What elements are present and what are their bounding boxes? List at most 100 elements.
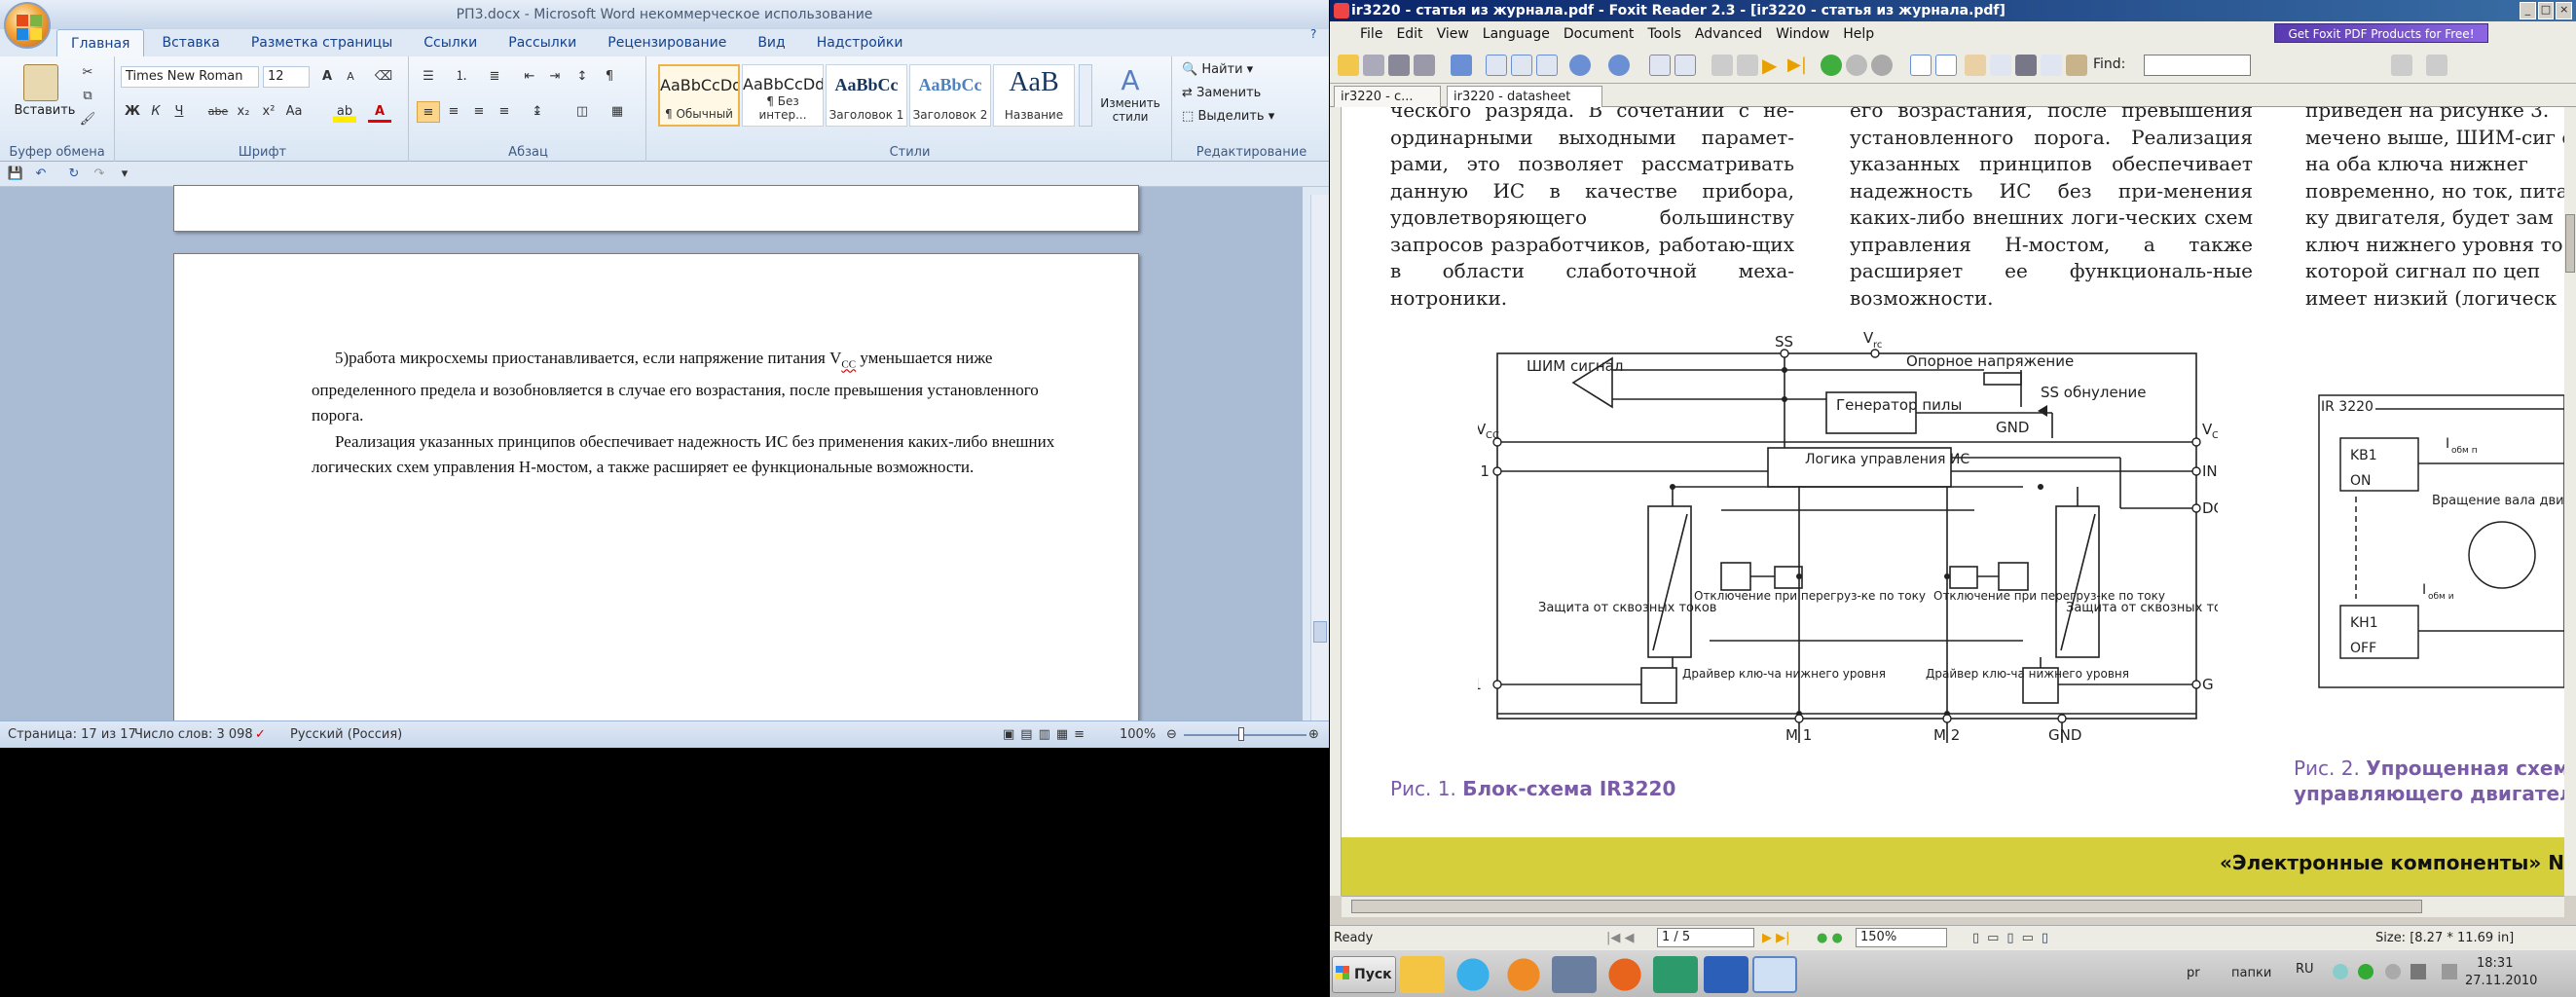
find-prev-icon[interactable] bbox=[2391, 55, 2412, 76]
tab-mailings[interactable]: Рассылки bbox=[495, 29, 590, 56]
document-text[interactable]: 5)работа микросхемы приостанавливается, … bbox=[312, 346, 1061, 481]
page-number-input[interactable]: 1 / 5 bbox=[1657, 928, 1754, 947]
tab-journal-article[interactable]: ir3220 - с... bbox=[1334, 86, 1441, 107]
font-color-button[interactable]: A bbox=[368, 101, 391, 123]
change-case-button[interactable]: Aa bbox=[282, 101, 306, 123]
tab-datasheet[interactable]: ir3220 - datasheet bbox=[1447, 86, 1602, 107]
open-icon[interactable] bbox=[1338, 55, 1359, 76]
foxit-task-icon[interactable] bbox=[1752, 956, 1797, 993]
paste-button[interactable]: Вставить bbox=[4, 103, 86, 118]
image-tool-icon[interactable] bbox=[2066, 55, 2087, 76]
tray-display-icon[interactable] bbox=[2410, 964, 2426, 979]
style-no-spacing[interactable]: AaBbCcDd ¶ Без интер... bbox=[742, 64, 824, 127]
zoom-out-icon[interactable] bbox=[1569, 55, 1591, 76]
increase-indent-icon[interactable]: ⇥ bbox=[543, 66, 567, 88]
tray-folders[interactable]: папки bbox=[2231, 966, 2271, 980]
align-center-icon[interactable]: ≡ bbox=[442, 101, 465, 123]
superscript-button[interactable]: x² bbox=[257, 101, 280, 123]
format-painter-icon[interactable]: 🖌 bbox=[76, 109, 99, 130]
menu-file[interactable]: File bbox=[1353, 26, 1389, 42]
zoom-level[interactable]: 100% bbox=[1120, 721, 1156, 748]
zoom-select[interactable]: 150% bbox=[1856, 928, 1947, 947]
style-heading-1[interactable]: AaBbCc Заголовок 1 bbox=[826, 64, 907, 127]
spellcheck-icon[interactable]: ✓ bbox=[255, 721, 266, 748]
grow-font-icon[interactable]: A bbox=[315, 66, 339, 88]
zoom-out-icon[interactable]: ⊖ bbox=[1166, 721, 1177, 748]
find-input[interactable] bbox=[2144, 55, 2251, 76]
tab-page-layout[interactable]: Разметка страницы bbox=[238, 29, 406, 56]
language-indicator[interactable]: Русский (Россия) bbox=[290, 721, 402, 748]
mail-agent-icon[interactable] bbox=[1501, 956, 1546, 993]
bold-button[interactable]: Ж bbox=[121, 101, 144, 123]
shading-icon[interactable]: ◫ bbox=[570, 101, 594, 123]
align-left-icon[interactable]: ≡ bbox=[417, 101, 440, 123]
sort-icon[interactable]: ↕ bbox=[570, 66, 594, 88]
pdf-horizontal-scrollbar[interactable] bbox=[1342, 896, 2564, 917]
redo-icon[interactable]: ↷ bbox=[88, 164, 111, 185]
fit-width-icon[interactable] bbox=[1486, 55, 1507, 76]
find-tool-icon[interactable] bbox=[2015, 55, 2037, 76]
multilevel-list-icon[interactable]: ≣ bbox=[483, 66, 506, 88]
style-heading-2[interactable]: AaBbCc Заголовок 2 bbox=[909, 64, 991, 127]
undo-icon[interactable]: ↶ bbox=[29, 164, 53, 185]
highlight-icon[interactable]: ab bbox=[333, 101, 356, 123]
rotate-left-icon[interactable] bbox=[1649, 55, 1671, 76]
save-icon[interactable] bbox=[1363, 55, 1384, 76]
menu-edit[interactable]: Edit bbox=[1389, 26, 1429, 42]
italic-button[interactable]: К bbox=[144, 101, 167, 123]
tray-misc-icon[interactable] bbox=[2442, 964, 2457, 979]
borders-icon[interactable]: ▦ bbox=[606, 101, 629, 123]
zoom-in-icon[interactable] bbox=[1608, 55, 1630, 76]
save-icon[interactable]: 💾 bbox=[4, 164, 27, 185]
zoom-slider-thumb[interactable] bbox=[1238, 727, 1244, 741]
status-next-page-icon[interactable]: ▶ ▶| bbox=[1762, 926, 1790, 949]
maximize-icon[interactable]: □ bbox=[2537, 2, 2555, 19]
select-button[interactable]: ⬚ Выделить ▾ bbox=[1182, 109, 1274, 124]
help-icon[interactable]: ? bbox=[1310, 27, 1326, 43]
word-vertical-scrollbar[interactable] bbox=[1310, 195, 1329, 720]
status-nav-icons[interactable]: ● ● bbox=[1817, 926, 1843, 949]
clear-format-icon[interactable]: ⌫ bbox=[372, 66, 395, 88]
snapshot-icon[interactable] bbox=[2041, 55, 2062, 76]
prev-page-icon[interactable] bbox=[1737, 55, 1758, 76]
menu-document[interactable]: Document bbox=[1557, 26, 1641, 42]
go-forward-icon[interactable] bbox=[1821, 55, 1842, 76]
style-normal[interactable]: AaBbCcDd ¶ Обычный bbox=[658, 64, 740, 127]
next-page-icon[interactable]: ▶ bbox=[1762, 55, 1784, 76]
zoom-in-icon[interactable]: ⊕ bbox=[1308, 721, 1319, 748]
tray-volume-icon[interactable] bbox=[2385, 964, 2401, 979]
underline-button[interactable]: Ч bbox=[167, 101, 191, 123]
bullets-icon[interactable]: ☰ bbox=[417, 66, 440, 88]
foxit-ad-banner[interactable]: Get Foxit PDF Products for Free! bbox=[2274, 23, 2488, 43]
menu-window[interactable]: Window bbox=[1769, 26, 1836, 42]
menu-advanced[interactable]: Advanced bbox=[1688, 26, 1769, 42]
align-right-icon[interactable]: ≡ bbox=[467, 101, 491, 123]
monitor-icon[interactable] bbox=[1552, 956, 1597, 993]
actual-size-icon[interactable] bbox=[1536, 55, 1558, 76]
subscript-button[interactable]: x₂ bbox=[232, 101, 255, 123]
minimize-icon[interactable]: _ bbox=[2520, 2, 2536, 19]
folder-icon[interactable] bbox=[1400, 956, 1445, 993]
numbering-icon[interactable]: ⒈ bbox=[450, 66, 473, 88]
tray-language[interactable]: RU bbox=[2296, 962, 2314, 977]
find-button[interactable]: 🔍 Найти ▾ bbox=[1182, 62, 1253, 77]
line-spacing-icon[interactable]: ↨ bbox=[526, 101, 549, 123]
strikethrough-button[interactable]: abe bbox=[206, 101, 230, 123]
repeat-icon[interactable]: ↻ bbox=[62, 164, 86, 185]
last-page-icon[interactable]: ▶| bbox=[1787, 55, 1809, 76]
office-button[interactable] bbox=[4, 2, 51, 49]
close-icon[interactable]: × bbox=[2556, 2, 2573, 19]
tab-review[interactable]: Рецензирование bbox=[594, 29, 740, 56]
view-mode-icons[interactable]: ▯▭▯▭▯ bbox=[1972, 926, 2056, 949]
font-name-select[interactable]: Times New Roman bbox=[121, 66, 259, 88]
tab-view[interactable]: Вид bbox=[744, 29, 798, 56]
copy-icon[interactable]: ⧉ bbox=[76, 86, 99, 107]
menu-language[interactable]: Language bbox=[1476, 26, 1557, 42]
justify-icon[interactable]: ≡ bbox=[493, 101, 516, 123]
page-count[interactable]: Страница: 17 из 17 bbox=[8, 721, 136, 748]
current-page[interactable] bbox=[173, 253, 1139, 740]
tray-pr[interactable]: pr bbox=[2187, 966, 2200, 980]
tray-network-icon[interactable] bbox=[2333, 964, 2348, 979]
foxit-left-pane-toggle[interactable] bbox=[1330, 107, 1342, 896]
first-page-icon[interactable] bbox=[1711, 55, 1733, 76]
